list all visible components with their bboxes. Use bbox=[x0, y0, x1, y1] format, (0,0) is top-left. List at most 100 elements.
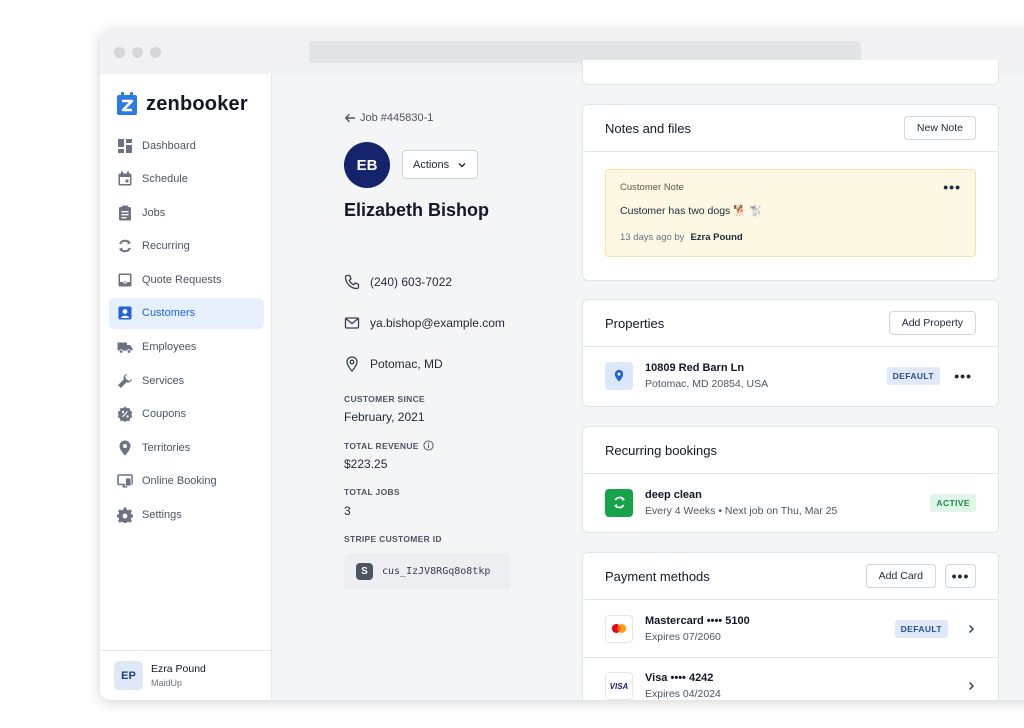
payment-row[interactable]: Mastercard •••• 5100 Expires 07/2060 DEF… bbox=[583, 600, 998, 657]
recurring-title: Recurring bookings bbox=[605, 442, 718, 458]
note-body: Customer has two dogs 🐕 🐩 bbox=[620, 205, 763, 217]
property-address: 10809 Red Barn Ln bbox=[645, 361, 745, 374]
browser-window: zenbooker Dashboard Schedule Jobs Recurr… bbox=[100, 30, 1024, 700]
sidebar-item-label: Jobs bbox=[142, 206, 166, 219]
mastercard-icon bbox=[605, 614, 633, 643]
total-jobs-label: TOTAL JOBS bbox=[344, 487, 400, 497]
sidebar-item-label: Settings bbox=[142, 509, 182, 522]
customer-name: Elizabeth Bishop bbox=[344, 200, 490, 220]
recurring-booking-icon bbox=[605, 488, 633, 517]
stripe-id-value: cus_IzJV8RGq8o8tkp bbox=[382, 566, 491, 577]
payments-header: Payment methods Add Card ••• bbox=[583, 553, 998, 600]
note-author: Ezra Pound bbox=[690, 232, 743, 243]
recurring-icon bbox=[119, 240, 131, 253]
recurring-header: Recurring bookings bbox=[583, 427, 998, 474]
online-booking-icon bbox=[117, 474, 133, 488]
actions-button[interactable]: Actions bbox=[402, 150, 479, 179]
property-row[interactable]: 10809 Red Barn Ln Potomac, MD 20854, USA… bbox=[583, 347, 998, 404]
map-pin-icon bbox=[605, 361, 633, 390]
brand-name: zenbooker bbox=[146, 92, 248, 115]
default-badge: DEFAULT bbox=[886, 366, 940, 385]
payment-row[interactable]: VISA Visa •••• 4242 Expires 04/2024 bbox=[583, 657, 998, 700]
minimize-window-dot[interactable] bbox=[132, 47, 143, 58]
card-brand: Mastercard •••• 5100 bbox=[645, 614, 750, 627]
sidebar-item-territories[interactable]: Territories bbox=[109, 432, 264, 463]
sidebar-item-label: Employees bbox=[142, 341, 197, 354]
note-time: 13 days ago by bbox=[620, 232, 685, 243]
customer-location: Potomac, MD bbox=[344, 356, 443, 372]
sidebar-item-recurring[interactable]: Recurring bbox=[109, 231, 264, 262]
location-pin-icon bbox=[346, 356, 358, 372]
sidebar-item-label: Services bbox=[142, 374, 185, 387]
total-revenue-label: TOTAL REVENUE bbox=[344, 440, 434, 451]
notes-title: Notes and files bbox=[605, 120, 691, 136]
phone-value: (240) 603-7022 bbox=[370, 275, 453, 289]
maximize-window-dot[interactable] bbox=[150, 47, 161, 58]
chevron-right-icon[interactable] bbox=[966, 681, 976, 691]
active-badge: ACTIVE bbox=[930, 493, 976, 512]
mail-icon bbox=[344, 317, 360, 329]
default-badge: DEFAULT bbox=[894, 619, 948, 638]
info-icon[interactable] bbox=[423, 440, 434, 451]
sidebar-item-label: Coupons bbox=[142, 408, 187, 421]
back-link[interactable]: Job #445830-1 bbox=[344, 112, 433, 124]
sidebar-item-label: Online Booking bbox=[142, 475, 217, 488]
stripe-id-chip[interactable]: S cus_IzJV8RGq8o8tkp bbox=[344, 553, 511, 590]
notes-header: Notes and files New Note bbox=[583, 105, 998, 152]
sidebar-item-services[interactable]: Services bbox=[109, 365, 264, 396]
recurring-row[interactable]: deep clean Every 4 Weeks • Next job on T… bbox=[583, 474, 998, 531]
actions-button-label: Actions bbox=[413, 158, 450, 171]
chevron-right-icon[interactable] bbox=[966, 624, 976, 634]
sidebar-item-label: Customers bbox=[142, 307, 196, 320]
email-value: ya.bishop@example.com bbox=[370, 316, 505, 330]
sidebar: zenbooker Dashboard Schedule Jobs Recurr… bbox=[100, 74, 272, 700]
arrow-left-icon bbox=[344, 113, 355, 123]
payments-more-button[interactable]: ••• bbox=[945, 564, 976, 588]
sidebar-item-label: Dashboard bbox=[142, 139, 196, 152]
add-property-button[interactable]: Add Property bbox=[888, 311, 976, 335]
notes-card: Notes and files New Note Customer Note •… bbox=[582, 104, 999, 281]
sidebar-item-dashboard[interactable]: Dashboard bbox=[109, 130, 264, 161]
inbox-icon bbox=[118, 273, 132, 287]
new-note-button[interactable]: New Note bbox=[903, 116, 976, 140]
zenbooker-logo-icon bbox=[117, 92, 137, 115]
brand[interactable]: zenbooker bbox=[116, 92, 248, 116]
dashboard-icon bbox=[118, 138, 132, 153]
add-card-button[interactable]: Add Card bbox=[865, 564, 936, 588]
properties-title: Properties bbox=[605, 315, 665, 331]
sidebar-item-employees[interactable]: Employees bbox=[109, 332, 264, 363]
calendar-icon bbox=[118, 171, 132, 186]
sidebar-item-label: Recurring bbox=[142, 240, 190, 253]
previous-card bbox=[582, 60, 999, 85]
current-user[interactable]: EP Ezra Pound MaidUp bbox=[100, 650, 271, 700]
sidebar-item-label: Quote Requests bbox=[142, 273, 222, 286]
sidebar-item-coupons[interactable]: Coupons bbox=[109, 399, 264, 430]
sidebar-item-online-booking[interactable]: Online Booking bbox=[109, 466, 264, 497]
sidebar-item-label: Schedule bbox=[142, 173, 188, 186]
sidebar-item-schedule[interactable]: Schedule bbox=[109, 164, 264, 195]
payments-card: Payment methods Add Card ••• Mastercard … bbox=[582, 552, 999, 700]
customer-email[interactable]: ya.bishop@example.com bbox=[344, 315, 505, 331]
sidebar-item-jobs[interactable]: Jobs bbox=[109, 197, 264, 228]
user-name: Ezra Pound bbox=[151, 663, 206, 675]
sidebar-item-quote-requests[interactable]: Quote Requests bbox=[109, 264, 264, 295]
property-city: Potomac, MD 20854, USA bbox=[645, 377, 769, 390]
payments-title: Payment methods bbox=[605, 568, 710, 584]
gear-icon bbox=[117, 507, 133, 524]
note-more-icon[interactable]: ••• bbox=[943, 180, 961, 194]
back-link-label: Job #445830-1 bbox=[360, 112, 434, 124]
properties-header: Properties Add Property bbox=[583, 300, 998, 347]
sidebar-item-settings[interactable]: Settings bbox=[109, 500, 264, 531]
recurring-card: Recurring bookings deep clean Every 4 We… bbox=[582, 426, 999, 533]
card-expiry: Expires 07/2060 bbox=[645, 630, 721, 643]
avatar: EP bbox=[114, 661, 143, 690]
sidebar-item-customers[interactable]: Customers bbox=[109, 297, 264, 329]
customer-icon bbox=[118, 306, 132, 320]
property-more-icon[interactable]: ••• bbox=[954, 369, 972, 383]
customer-phone[interactable]: (240) 603-7022 bbox=[344, 274, 452, 290]
customer-note: Customer Note ••• Customer has two dogs … bbox=[605, 169, 976, 257]
user-organization: MaidUp bbox=[151, 678, 183, 688]
phone-icon bbox=[344, 274, 360, 290]
close-window-dot[interactable] bbox=[114, 47, 125, 58]
stripe-id-label: STRIPE CUSTOMER ID bbox=[344, 534, 442, 544]
